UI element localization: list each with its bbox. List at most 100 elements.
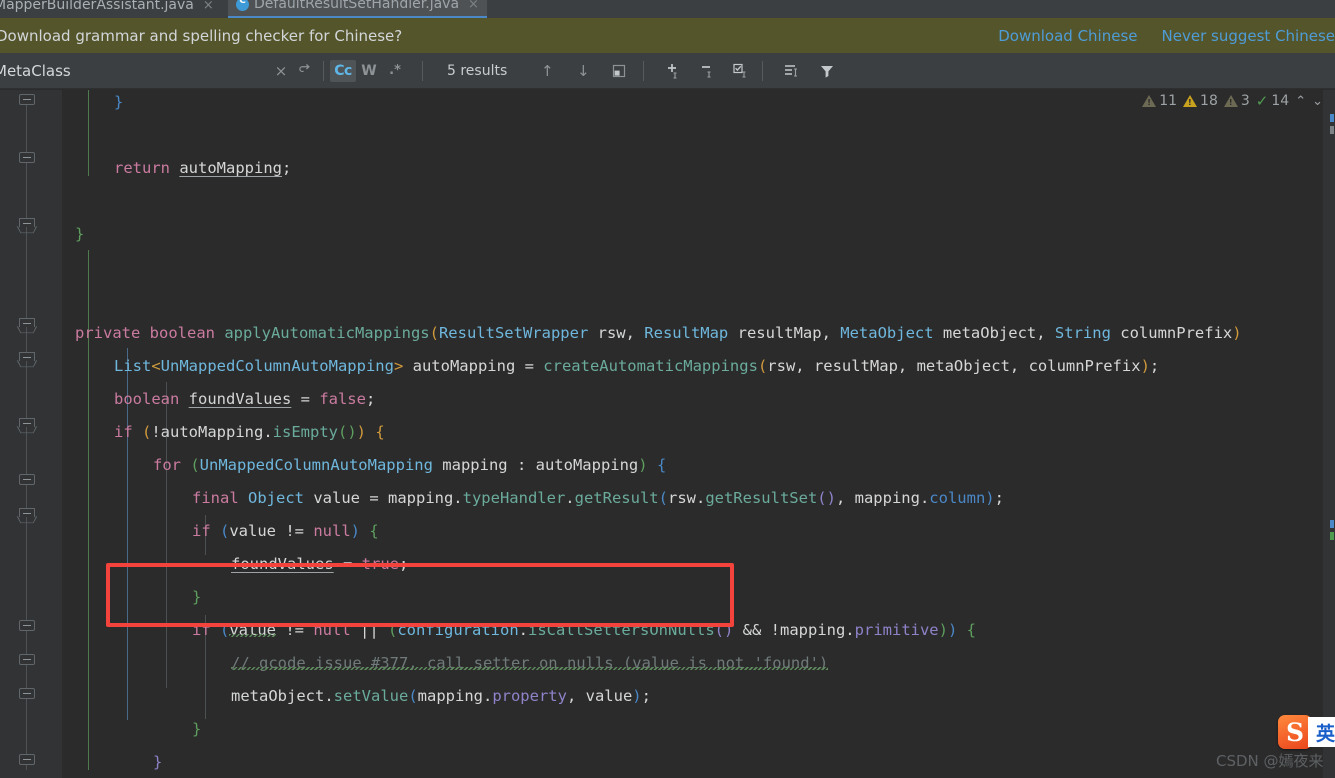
code-token: < <box>151 357 161 375</box>
fold-marker[interactable] <box>19 418 35 427</box>
code-token: true <box>361 555 399 573</box>
code-token: || <box>350 621 388 639</box>
fold-marker[interactable] <box>19 654 35 665</box>
editor-tab-label: MapperBuilderAssistant.java <box>0 0 194 13</box>
code-line: metaObject.setValue(mapping.property, va… <box>231 680 651 713</box>
code-token: ( <box>658 489 668 507</box>
code-token: String <box>1054 324 1111 342</box>
code-token: mapping : autoMapping <box>432 456 639 474</box>
search-history-icon[interactable] <box>293 59 317 83</box>
fold-marker[interactable] <box>19 620 35 631</box>
marker-stripe[interactable] <box>1330 532 1334 540</box>
code-token: property <box>492 687 567 705</box>
match-case-toggle[interactable]: Cc <box>330 59 356 82</box>
search-in-selection-icon[interactable] <box>779 59 803 83</box>
code-line: for (UnMappedColumnAutoMapping mapping :… <box>153 449 666 482</box>
code-token: value = mapping. <box>304 489 463 507</box>
close-icon[interactable]: × <box>203 0 214 12</box>
code-token: getResult <box>574 489 659 507</box>
code-token: isEmpty <box>272 423 338 441</box>
fold-marker[interactable] <box>19 474 35 485</box>
code-line: // gcode issue #377, call setter on null… <box>231 647 828 680</box>
never-suggest-chinese-link[interactable]: Never suggest Chinese <box>1162 27 1335 45</box>
grey-warning-count[interactable]: 11 <box>1142 93 1177 109</box>
regex-toggle[interactable]: .* <box>382 63 408 78</box>
code-token: !autoMapping. <box>151 423 273 441</box>
previous-match-icon[interactable]: ↑ <box>535 59 559 83</box>
chevron-down-icon[interactable]: ⌄ <box>1312 94 1323 109</box>
count-label: 11 <box>1159 93 1178 109</box>
code-line: if (!autoMapping.isEmpty()) { <box>114 416 385 449</box>
code-token: applyAutomaticMappings <box>224 324 430 342</box>
code-token: , value <box>566 687 633 705</box>
code-token: = <box>333 555 362 573</box>
code-token: ( <box>388 621 398 639</box>
code-token: primitive <box>854 621 939 639</box>
code-token: && !mapping. <box>733 621 855 639</box>
code-token: ) <box>632 687 642 705</box>
code-token: ResultMap <box>644 324 729 342</box>
download-chinese-link[interactable]: Download Chinese <box>998 27 1137 45</box>
ok-count[interactable]: ✓ 14 <box>1256 92 1289 110</box>
ime-mode-panel[interactable]: 英 <box>1308 717 1335 747</box>
code-token: ; <box>1149 357 1160 375</box>
select-all-icon[interactable] <box>607 59 631 83</box>
fold-marker[interactable] <box>19 508 35 517</box>
fold-marker[interactable] <box>19 352 35 361</box>
code-token: // gcode issue #377, call setter on null… <box>231 654 829 672</box>
search-input[interactable]: MetaClass <box>0 62 269 80</box>
code-token: autoMapping = <box>403 357 544 375</box>
toolbar-divider <box>422 60 423 81</box>
code-token: foundValues <box>188 390 292 408</box>
filter-icon[interactable] <box>815 59 839 83</box>
code-token: ) <box>356 423 367 441</box>
select-all-occurrences-icon[interactable] <box>728 59 752 83</box>
code-line: } <box>192 713 201 746</box>
editor-tab-defaultresultsethandler[interactable]: DefaultResultSetHandler.java × <box>228 0 487 18</box>
code-token: ) <box>350 522 361 540</box>
code-line: final Object value = mapping.typeHandler… <box>192 482 1004 515</box>
words-toggle[interactable]: W <box>356 63 382 79</box>
editor-gutter[interactable] <box>0 90 62 778</box>
sogou-ime-widget[interactable]: S 英 <box>1278 715 1335 749</box>
ime-mode-label: 英 <box>1316 722 1335 745</box>
marker-stripe[interactable] <box>1330 126 1334 134</box>
notification-bar: Download grammar and spelling checker fo… <box>0 18 1335 53</box>
fold-marker[interactable] <box>19 94 35 105</box>
remove-occurrence-icon[interactable] <box>694 59 718 83</box>
code-token: != <box>276 621 314 639</box>
code-token: ) <box>948 621 958 639</box>
code-token: if <box>192 621 220 639</box>
marker-stripe[interactable] <box>1330 520 1334 528</box>
chevron-up-icon[interactable]: ⌃ <box>1295 94 1306 109</box>
marker-stripe[interactable] <box>1330 114 1334 122</box>
weak-warning-count[interactable]: 3 <box>1223 93 1250 109</box>
fold-marker[interactable] <box>19 754 35 765</box>
code-line: } <box>153 746 162 778</box>
code-token: return <box>114 159 180 177</box>
editor-tab-mapperbuilderassistant[interactable]: MapperBuilderAssistant.java × <box>0 0 222 18</box>
code-content[interactable]: } return autoMapping;} private boolean app… <box>62 90 1335 778</box>
add-occurrence-icon[interactable] <box>660 59 684 83</box>
close-icon[interactable]: × <box>468 0 479 11</box>
next-match-icon[interactable]: ↓ <box>571 59 595 83</box>
code-token: ) <box>985 489 995 507</box>
code-token: private <box>75 324 150 342</box>
code-token: for <box>153 456 191 474</box>
fold-marker[interactable] <box>19 218 35 227</box>
csdn-watermark: CSDN @嫣夜来 <box>1216 752 1324 770</box>
fold-marker[interactable] <box>19 318 35 327</box>
code-token: MetaObject <box>840 324 934 342</box>
inspection-widget[interactable]: 11 18 3 ✓ 14 ⌃ ⌄ <box>1142 92 1323 110</box>
fold-marker[interactable] <box>19 688 35 699</box>
code-token: final <box>192 489 248 507</box>
marker-scrollbar[interactable] <box>1323 90 1335 778</box>
count-label: 18 <box>1200 93 1218 109</box>
code-token: } <box>192 720 202 738</box>
clear-search-icon[interactable]: × <box>269 59 293 83</box>
fold-marker[interactable] <box>19 152 35 163</box>
code-token: ( <box>142 423 152 441</box>
code-token: if <box>192 522 220 540</box>
code-editor[interactable]: } return autoMapping;} private boolean app… <box>0 90 1335 778</box>
warning-count[interactable]: 18 <box>1183 93 1218 109</box>
